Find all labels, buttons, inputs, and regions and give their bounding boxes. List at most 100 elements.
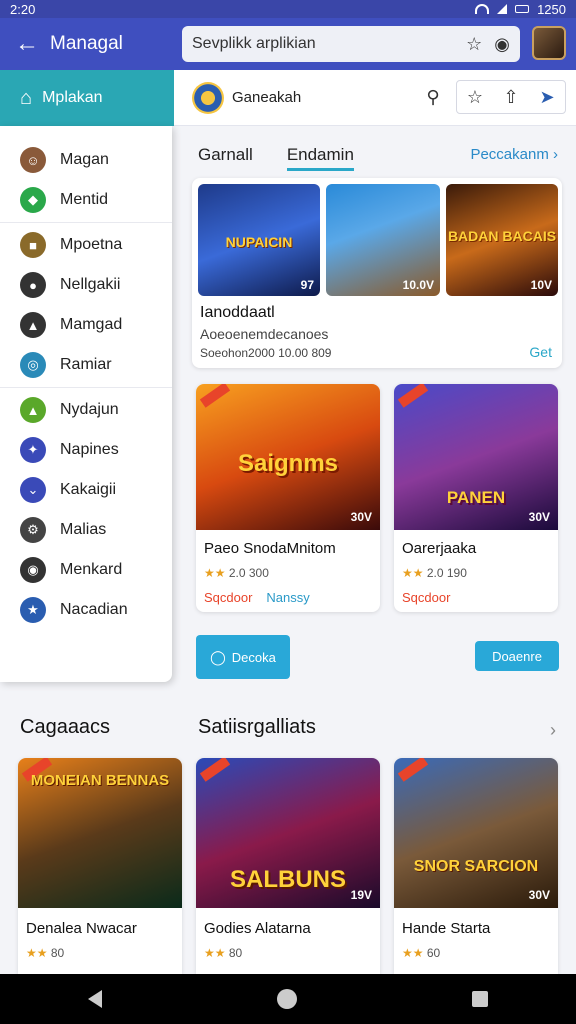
- search-input[interactable]: Sevplikk arplikian ☆ ◉: [182, 26, 520, 62]
- drawer-item-label: Mamgad: [60, 316, 123, 333]
- get-button[interactable]: Get: [529, 344, 552, 360]
- game-card-art: SNOR SARCION 30V: [394, 758, 558, 908]
- tab-garnall[interactable]: Garnall: [198, 145, 253, 171]
- drawer-item-label: Malias: [60, 521, 107, 538]
- stars-icon: ★★: [204, 566, 226, 580]
- featured-meta: Soeohon2000 10.00 809: [200, 346, 332, 360]
- dot-icon: ◉: [20, 557, 46, 583]
- drawer-item[interactable]: ✦ Napines: [0, 430, 172, 470]
- see-more-link[interactable]: Peccakanm ›: [470, 146, 558, 163]
- thumb-art-text: NUPAICIN: [225, 234, 293, 250]
- game-title: Godies Alatarna: [204, 920, 311, 937]
- status-right-time: 1250: [537, 1, 566, 17]
- nav-home-icon[interactable]: [276, 989, 297, 1009]
- card-art-text: Saignms: [237, 450, 339, 477]
- ribbon-icon: [397, 758, 429, 782]
- down-icon: ⌄: [20, 477, 46, 503]
- game-icon: ■: [20, 232, 46, 258]
- game-rating: ★★ 80: [26, 946, 64, 960]
- status-time: 2:20: [10, 1, 36, 17]
- action-group: ☆ ⇧ ➤: [456, 80, 566, 114]
- rating-value: 80: [50, 946, 65, 960]
- game-card[interactable]: PANEN 30V Oarerjaaka ★★ 2.0 190 Sqcdoor: [394, 384, 558, 612]
- drawer-item[interactable]: ◉ Menkard: [0, 550, 172, 590]
- search-input-value[interactable]: Sevplikk arplikian: [192, 35, 454, 53]
- star-icon[interactable]: ☆: [458, 80, 492, 114]
- back-arrow-icon[interactable]: ←: [10, 27, 44, 61]
- featured-thumb[interactable]: 10.0V: [326, 184, 440, 296]
- tag-primary[interactable]: Sqcdoor: [402, 590, 450, 605]
- featured-thumb[interactable]: NUPAICIN 97: [198, 184, 320, 296]
- nav-back-icon[interactable]: [87, 990, 102, 1008]
- badge-icon: ★: [20, 597, 46, 623]
- drawer-item-label: Menkard: [60, 561, 123, 578]
- chevron-right-icon[interactable]: ›: [550, 720, 556, 741]
- drawer-item[interactable]: ◎ Ramiar: [0, 345, 172, 385]
- drawer-item[interactable]: ⌄ Kakaigii: [0, 470, 172, 510]
- decoka-button[interactable]: ◯ Decoka: [196, 635, 290, 679]
- doaenre-button[interactable]: Doaenre: [475, 641, 559, 671]
- share-icon[interactable]: ⇧: [494, 80, 528, 114]
- status-bar: 2:20 1250: [0, 0, 576, 18]
- tab-bar: Garnall Endamin Peccakanm ›: [198, 138, 560, 178]
- nav-recents-icon[interactable]: [472, 991, 489, 1007]
- tag-secondary[interactable]: Nanssy: [266, 590, 309, 605]
- drawer-item[interactable]: ★ Nacadian: [0, 590, 172, 630]
- status-icons: 1250: [475, 2, 566, 17]
- drawer-item[interactable]: ■ Mpoetna: [0, 225, 172, 265]
- featured-name: Ianoddaatl: [200, 304, 275, 321]
- drawer-item-label: Ramiar: [60, 356, 112, 373]
- send-icon[interactable]: ➤: [530, 80, 564, 114]
- drawer-item[interactable]: ▲ Mamgad: [0, 305, 172, 345]
- avatar[interactable]: [532, 26, 566, 60]
- stars-icon: ★★: [26, 946, 48, 960]
- game-title: Oarerjaaka: [402, 540, 477, 557]
- game-card[interactable]: SNOR SARCION 30V Hande Starta ★★ 60: [394, 758, 558, 974]
- game-card[interactable]: Saignms 30V Paeo SnodaMnitom ★★ 2.0 300 …: [196, 384, 380, 612]
- record-icon[interactable]: ◉: [494, 34, 510, 55]
- featured-description: Aoeoenemdecanoes: [200, 326, 329, 342]
- divider: [0, 387, 172, 388]
- search-icon[interactable]: ⚲: [416, 80, 450, 114]
- game-tags: Sqcdoor: [402, 590, 464, 605]
- rating-value: 2.0 300: [228, 566, 269, 580]
- tag-primary[interactable]: Sqcdoor: [204, 590, 252, 605]
- home-icon: ⌂: [20, 86, 33, 109]
- featured-card[interactable]: NUPAICIN 97 10.0V BADAN BACAIS 10V Ianod…: [192, 178, 562, 368]
- game-rating: ★★ 2.0 300: [204, 566, 269, 580]
- thumb-art-text: BADAN BACAIS: [447, 228, 557, 244]
- star-icon[interactable]: ☆: [466, 34, 482, 55]
- compass-icon: ✦: [20, 437, 46, 463]
- stars-icon: ★★: [402, 946, 424, 960]
- drawer-header-label: Mplakan: [42, 89, 103, 106]
- drawer-item[interactable]: ◆ Mentid: [0, 180, 172, 220]
- system-nav-bar: [0, 974, 576, 1024]
- game-card-art: Saignms 30V: [196, 384, 380, 530]
- tab-endamin[interactable]: Endamin: [286, 145, 354, 171]
- game-card[interactable]: MONEIAN BENNAS Denalea Nwacar ★★ 80: [18, 758, 182, 974]
- sub-header-actions: ⚲ ☆ ⇧ ➤: [416, 80, 566, 114]
- drawer-item[interactable]: ● Nellgakii: [0, 265, 172, 305]
- card-art-text: PANEN: [446, 488, 506, 507]
- drawer-item-label: Mpoetna: [60, 236, 123, 253]
- card-art-text: SNOR SARCION: [413, 858, 539, 875]
- rating-value: 80: [228, 946, 243, 960]
- drawer-item-label: Napines: [60, 441, 119, 458]
- divider: [0, 222, 172, 223]
- shapes-icon: ▲: [20, 312, 46, 338]
- drawer-item[interactable]: ⚙ Malias: [0, 510, 172, 550]
- drawer-item[interactable]: ▲ Nydajun: [0, 390, 172, 430]
- rating-value: 60: [426, 946, 441, 960]
- drawer-item[interactable]: ☺ Magan: [0, 140, 172, 180]
- game-tags: Sqcdoor Nanssy: [204, 590, 310, 605]
- game-card[interactable]: SALBUNS 19V Godies Alatarna ★★ 80: [196, 758, 380, 974]
- ribbon-icon: [199, 758, 231, 782]
- drawer-header[interactable]: ⌂ Mplakan: [0, 70, 174, 126]
- featured-thumb[interactable]: BADAN BACAIS 10V: [446, 184, 558, 296]
- target-icon: ◎: [20, 352, 46, 378]
- thumb-badge: 10V: [530, 278, 552, 292]
- game-rating: ★★ 80: [204, 946, 242, 960]
- drawer-item-label: Nellgakii: [60, 276, 121, 293]
- lock-icon: ◯: [210, 648, 226, 665]
- battery-icon: [515, 5, 530, 13]
